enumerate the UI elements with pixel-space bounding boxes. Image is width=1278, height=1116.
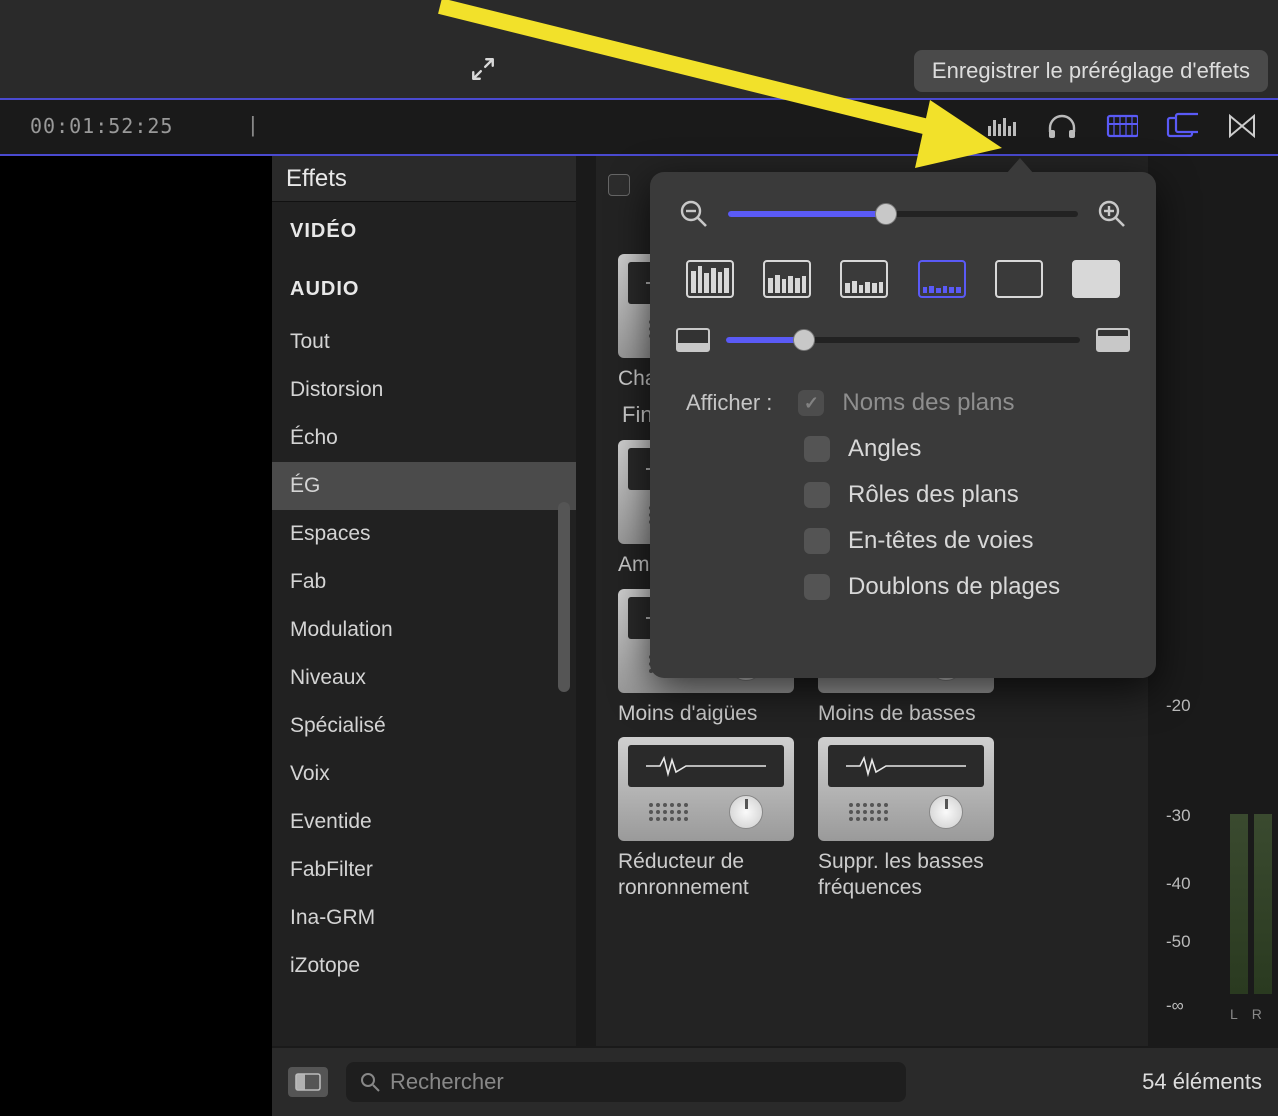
audio-meters-icon[interactable] (986, 112, 1018, 145)
clip-appearance-icon[interactable] (1106, 112, 1138, 145)
category-item[interactable]: FabFilter (272, 846, 576, 894)
option-label: Doublons de plages (848, 573, 1060, 601)
category-item[interactable]: Espaces (272, 510, 576, 558)
effect-label: Moins de basses (818, 701, 994, 727)
meter-r-label: R (1252, 1006, 1262, 1022)
effects-footer: Rechercher 54 éléments (272, 1048, 1278, 1116)
checkbox-doublons[interactable] (804, 574, 830, 600)
index-icon[interactable] (926, 112, 958, 145)
window-titlebar: Enregistrer le préréglage d'effets (0, 0, 1278, 100)
zoom-in-button[interactable] (1094, 196, 1130, 232)
category-item[interactable]: Modulation (272, 606, 576, 654)
clip-view-option-2[interactable] (763, 260, 811, 298)
clip-height-slider[interactable] (726, 337, 1080, 343)
effect-card[interactable]: Suppr. les basses fréquences (818, 737, 994, 902)
installed-only-checkbox[interactable] (608, 174, 630, 196)
meter-bars-icon (1230, 814, 1272, 994)
category-item[interactable]: Niveaux (272, 654, 576, 702)
meter-tick: -50 (1166, 932, 1191, 952)
category-item[interactable]: Voix (272, 750, 576, 798)
timeline-toolbar: 00:01:52:25 | (0, 100, 1278, 156)
tooltip-save-preset: Enregistrer le préréglage d'effets (914, 50, 1268, 92)
category-item[interactable]: Spécialisé (272, 702, 576, 750)
category-item[interactable]: Distorsion (272, 366, 576, 414)
checkbox-entetes[interactable] (804, 528, 830, 554)
effect-label: Moins d'aigües (618, 701, 794, 727)
zoom-slider[interactable] (728, 211, 1078, 217)
clip-view-option-1[interactable] (686, 260, 734, 298)
clip-height-small-icon (676, 328, 710, 352)
effects-browser-icon[interactable] (1166, 112, 1198, 145)
checkbox-roles[interactable] (804, 482, 830, 508)
effect-label: Réducteur de ronronnement (618, 849, 794, 902)
clip-view-option-4[interactable] (918, 260, 966, 298)
option-label: Angles (848, 435, 921, 463)
clip-appearance-popover: Afficher : Noms des plans Angles Rôles d… (650, 172, 1156, 678)
clip-view-option-5[interactable] (995, 260, 1043, 298)
category-item[interactable]: Écho (272, 414, 576, 462)
meter-tick: -20 (1166, 696, 1191, 716)
expand-icon[interactable] (470, 56, 496, 89)
category-item[interactable]: Tout (272, 318, 576, 366)
search-placeholder: Rechercher (390, 1069, 504, 1095)
meter-tick: -30 (1166, 806, 1191, 826)
meter-tick: -40 (1166, 874, 1191, 894)
headphones-icon[interactable] (1046, 112, 1078, 145)
search-input[interactable]: Rechercher (346, 1062, 906, 1102)
category-item-selected[interactable]: ÉG (272, 462, 576, 510)
transitions-browser-icon[interactable] (1226, 112, 1258, 145)
show-label: Afficher : (686, 390, 772, 416)
search-icon (360, 1072, 380, 1092)
scrollbar-thumb[interactable] (558, 502, 570, 692)
item-count: 54 éléments (1142, 1069, 1262, 1095)
effects-panel-title: Effets (272, 156, 576, 202)
timeline-gutter (0, 156, 272, 1116)
option-label: En-têtes de voies (848, 527, 1033, 555)
clip-height-large-icon (1096, 328, 1130, 352)
audio-meters: -20 -30 -40 -50 -∞ LR (1148, 156, 1278, 1046)
option-label: Noms des plans (842, 389, 1014, 417)
checkbox-angles[interactable] (804, 436, 830, 462)
effect-card[interactable]: Réducteur de ronronnement (618, 737, 794, 902)
toggle-sidebar-button[interactable] (288, 1067, 328, 1097)
clip-view-option-3[interactable] (840, 260, 888, 298)
category-item[interactable]: Ina-GRM (272, 894, 576, 942)
option-label: Rôles des plans (848, 481, 1019, 509)
skimmer-icon: | (250, 112, 256, 138)
checkbox-noms-des-plans (798, 390, 824, 416)
effects-category-list: VIDÉO AUDIO Tout Distorsion Écho ÉG Espa… (272, 202, 576, 1046)
effect-label: Suppr. les basses fréquences (818, 849, 994, 902)
category-header-video[interactable]: VIDÉO (272, 202, 576, 260)
category-header-audio[interactable]: AUDIO (272, 260, 576, 318)
clip-view-option-6[interactable] (1072, 260, 1120, 298)
category-item[interactable]: Fab (272, 558, 576, 606)
category-item[interactable]: Eventide (272, 798, 576, 846)
meter-tick: -∞ (1166, 996, 1184, 1016)
timecode-display: 00:01:52:25 (30, 114, 173, 138)
category-item[interactable]: iZotope (272, 942, 576, 990)
zoom-out-button[interactable] (676, 196, 712, 232)
meter-l-label: L (1230, 1006, 1238, 1022)
